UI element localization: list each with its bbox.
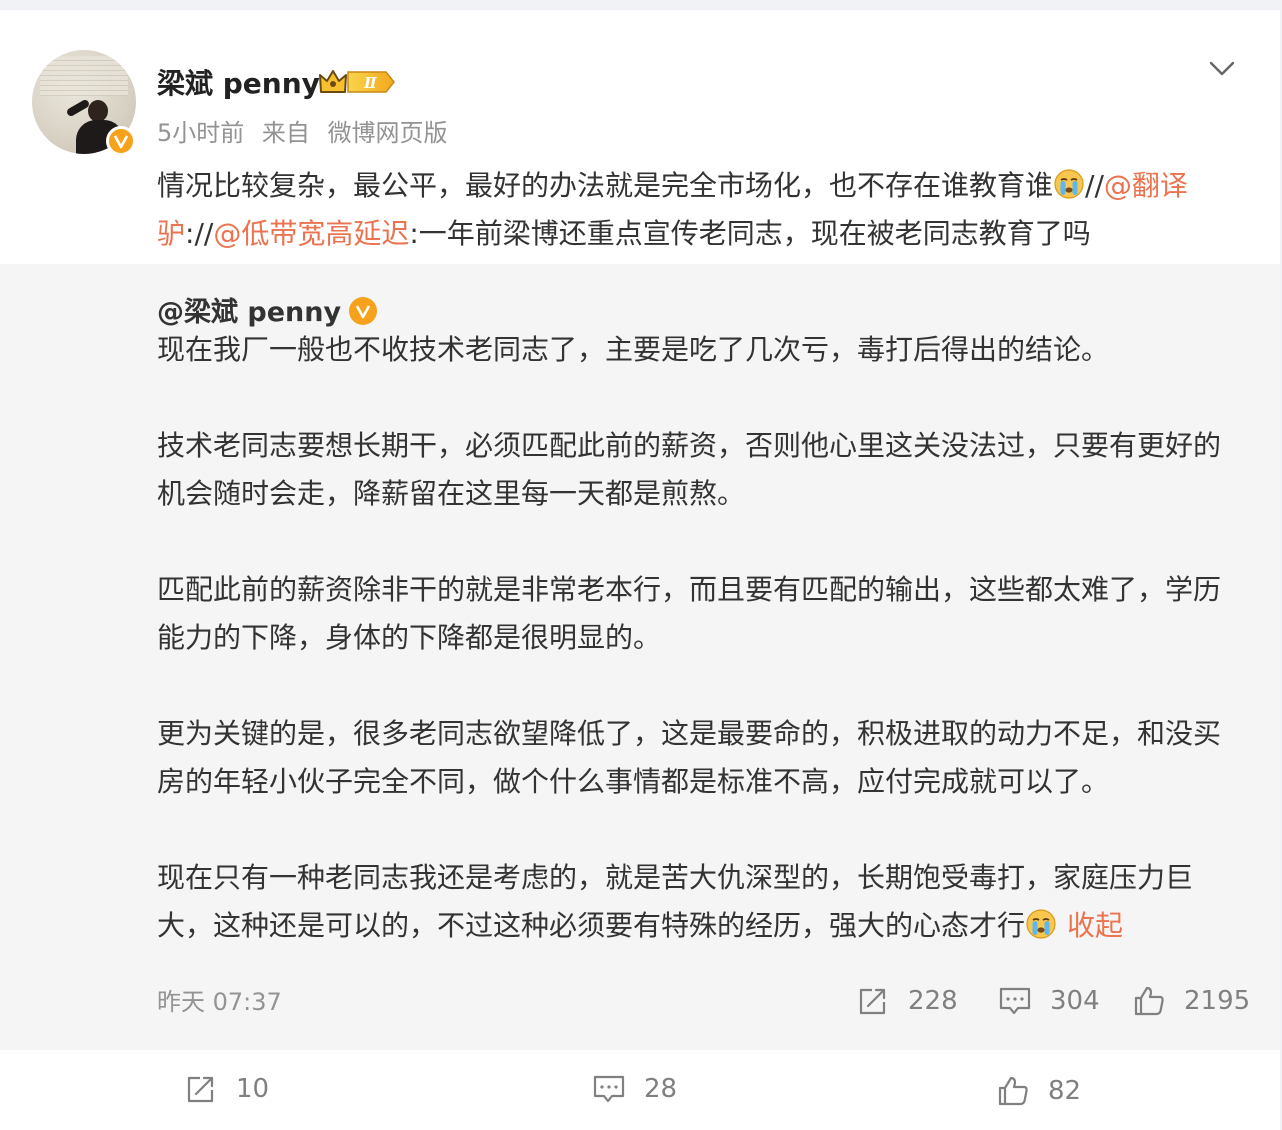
reposted-author-name[interactable]: @梁斌 penny xyxy=(157,297,341,328)
reposted-repost-button[interactable]: 228 xyxy=(856,984,958,1018)
crown-level-text: Ⅱ xyxy=(363,74,378,92)
post-text-part2: :一年前梁博还重点宣传老同志，现在被老同志教育了吗 xyxy=(409,217,1091,250)
mention-link-2[interactable]: @低带宽高延迟 xyxy=(213,217,409,250)
crown-level-icon[interactable]: Ⅱ xyxy=(318,68,396,96)
chevron-down-icon[interactable] xyxy=(1204,50,1240,86)
author-name[interactable]: 梁斌 penny xyxy=(157,62,320,102)
reposted-repost-count: 228 xyxy=(908,986,958,1016)
reposted-paragraph: 匹配此前的薪资除非干的就是非常老本行，而且要有匹配的输出，这些都太难了，学历能力… xyxy=(157,573,1222,654)
repost-icon xyxy=(187,1076,214,1103)
crying-emoji-icon xyxy=(1054,169,1084,199)
reposted-paragraph: 现在我厂一般也不收技术老同志了，主要是吃了几次亏，毒打后得出的结论。 xyxy=(157,333,1110,366)
avatar-slide xyxy=(40,56,128,96)
post-time[interactable]: 5小时前 xyxy=(157,119,244,147)
reposted-like-button[interactable]: 2195 xyxy=(1132,984,1250,1018)
repost-separator-1: // xyxy=(1085,169,1104,202)
reposted-body: 现在我厂一般也不收技术老同志了，主要是吃了几次亏，毒打后得出的结论。 技术老同志… xyxy=(157,326,1247,950)
verified-badge-icon xyxy=(106,126,136,156)
collapse-link[interactable]: 收起 xyxy=(1067,909,1123,942)
reposted-paragraph: 技术老同志要想长期干，必须匹配此前的薪资，否则他心里这关没法过，只要有更好的机会… xyxy=(157,429,1222,510)
reposted-author[interactable]: @梁斌 penny xyxy=(157,290,378,329)
crying-emoji-icon xyxy=(1026,909,1056,939)
reposted-content[interactable]: @梁斌 penny 现在我厂一般也不收技术老同志了，主要是吃了几次亏，毒打后得出… xyxy=(0,264,1280,1050)
reposted-comment-button[interactable]: 304 xyxy=(998,984,1100,1018)
avatar-person-head xyxy=(88,100,108,122)
comment-button[interactable]: 28 xyxy=(592,1072,677,1106)
repost-separator-2: :// xyxy=(185,217,214,250)
post-text: 情况比较复杂，最公平，最好的办法就是完全市场化，也不存在谁教育谁//@翻译驴:/… xyxy=(157,162,1247,258)
post-text-part1: 情况比较复杂，最公平，最好的办法就是完全市场化，也不存在谁教育谁 xyxy=(157,169,1054,202)
post-meta: 5小时前 来自 微博网页版 xyxy=(157,113,448,148)
like-button[interactable]: 82 xyxy=(996,1074,1081,1108)
like-count: 82 xyxy=(1048,1076,1082,1106)
reposted-time[interactable]: 昨天 07:37 xyxy=(157,982,282,1017)
reposted-paragraph: 更为关键的是，很多老同志欲望降低了，这是最要命的，积极进取的动力不足，和没买房的… xyxy=(157,717,1222,798)
comment-icon xyxy=(999,987,1031,1015)
reposted-like-count: 2195 xyxy=(1184,986,1251,1016)
comment-count: 28 xyxy=(644,1074,678,1104)
reposted-comment-count: 304 xyxy=(1050,986,1100,1016)
post-source[interactable]: 微博网页版 xyxy=(328,119,448,147)
post-action-bar: 10 28 82 xyxy=(0,1050,1280,1130)
like-icon xyxy=(998,1076,1028,1106)
weibo-post-card: 梁斌 penny Ⅱ 5小时前 来自 微博网页版 情况比较复杂，最公平，最好的办… xyxy=(0,10,1280,1130)
repost-button[interactable]: 10 xyxy=(184,1072,269,1106)
reposted-paragraph-last: 现在只有一种老同志我还是考虑的，就是苦大仇深型的，长期饱受毒打，家庭压力巨大，这… xyxy=(157,854,1247,950)
avatar-person-arm xyxy=(65,98,91,118)
post-source-prefix: 来自 xyxy=(261,119,310,147)
repost-icon xyxy=(859,988,886,1015)
like-icon xyxy=(1134,986,1164,1016)
comment-icon xyxy=(593,1075,625,1103)
verified-badge-icon xyxy=(349,296,378,325)
repost-count: 10 xyxy=(236,1074,270,1104)
